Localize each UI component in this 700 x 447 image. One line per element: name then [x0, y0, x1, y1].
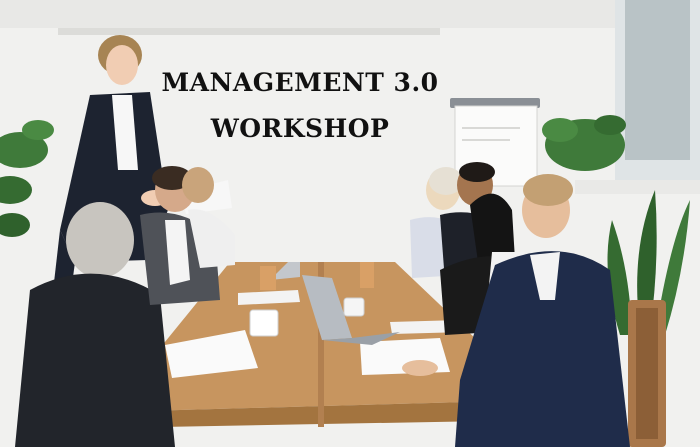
coffee-cup-left: [260, 266, 276, 290]
headline-line-2: WORKSHOP: [210, 114, 390, 143]
window-view: [625, 0, 690, 160]
ceiling-rail: [58, 28, 440, 35]
workshop-photo: MANAGEMENT 3.0 WORKSHOP: [0, 0, 700, 447]
cup-white: [249, 309, 279, 337]
workshop-headline: MANAGEMENT 3.0 WORKSHOP: [120, 60, 480, 152]
cup-small: [343, 297, 365, 317]
coffee-cup-right: [360, 262, 374, 288]
ceiling-strip: [0, 0, 700, 28]
window-sill: [575, 180, 700, 194]
headline-line-1: MANAGEMENT 3.0: [161, 68, 439, 97]
